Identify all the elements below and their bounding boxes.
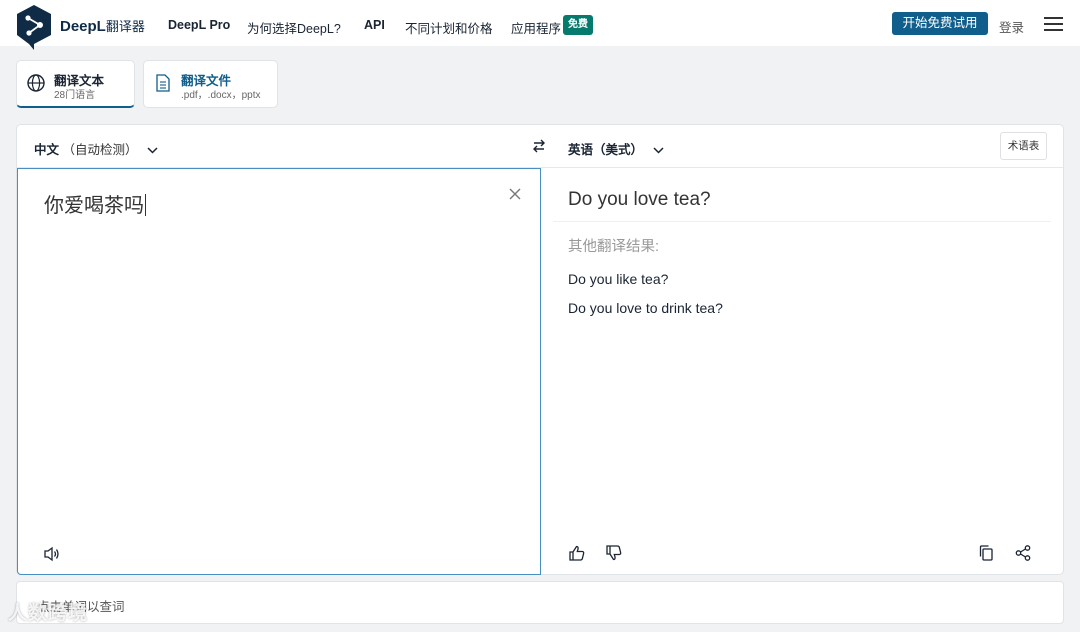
speaker-icon[interactable] bbox=[43, 546, 61, 562]
tab-translate-files-subtitle: .pdf，.docx，pptx bbox=[181, 90, 261, 101]
nav-apps[interactable]: 应用程序 bbox=[511, 18, 561, 37]
close-icon[interactable] bbox=[508, 187, 522, 201]
source-text-area[interactable]: 你爱喝茶吗 bbox=[17, 168, 541, 575]
start-free-trial-button[interactable]: 开始免费试用 bbox=[892, 12, 988, 35]
tab-translate-text-subtitle: 28门语言 bbox=[54, 90, 96, 101]
nav-api[interactable]: API bbox=[364, 18, 385, 32]
alternative-translation[interactable]: Do you like tea? bbox=[568, 271, 668, 287]
document-icon bbox=[156, 74, 170, 92]
nav-why-deepl[interactable]: 为何选择DeepL? bbox=[247, 18, 341, 37]
copy-icon[interactable] bbox=[977, 544, 995, 562]
divider bbox=[553, 221, 1051, 222]
hamburger-menu-icon[interactable] bbox=[1044, 17, 1064, 33]
login-link[interactable]: 登录 bbox=[999, 17, 1024, 36]
source-language-select[interactable]: 中文 （自动检测） bbox=[34, 139, 158, 158]
language-bar: 中文 （自动检测） 英语（美式） 术语表 bbox=[17, 125, 1063, 168]
thumbs-up-icon[interactable] bbox=[568, 544, 586, 562]
alternative-translation[interactable]: Do you love to drink tea? bbox=[568, 300, 723, 316]
chevron-down-icon bbox=[652, 147, 664, 154]
text-caret bbox=[145, 194, 146, 216]
nav-pricing[interactable]: 不同计划和价格 bbox=[405, 18, 493, 37]
glossary-button[interactable]: 术语表 bbox=[1000, 132, 1047, 160]
thumbs-down-icon[interactable] bbox=[605, 544, 623, 562]
translation-result[interactable]: Do you love tea? bbox=[568, 189, 711, 211]
deepl-logo-icon[interactable] bbox=[15, 4, 53, 50]
alternatives-label: 其他翻译结果: bbox=[568, 239, 660, 255]
globe-icon bbox=[27, 74, 45, 92]
source-text-input[interactable]: 你爱喝茶吗 bbox=[44, 189, 146, 218]
share-icon[interactable] bbox=[1014, 544, 1032, 562]
chevron-down-icon bbox=[147, 147, 158, 154]
tab-translate-text[interactable]: 翻译文本 28门语言 bbox=[16, 60, 135, 108]
tab-translate-files[interactable]: 翻译文件 .pdf，.docx，pptx bbox=[143, 60, 278, 108]
translator-panel: 中文 （自动检测） 英语（美式） 术语表 你爱喝茶吗 Do you love t… bbox=[16, 124, 1064, 575]
dictionary-bar[interactable]: 点击单词以查词 bbox=[16, 581, 1064, 624]
target-language-select[interactable]: 英语（美式） bbox=[568, 139, 664, 158]
nav-deepl-pro[interactable]: DeepL Pro bbox=[168, 18, 230, 32]
free-badge: 免费 bbox=[563, 15, 593, 35]
watermark: 人数跨境 bbox=[8, 603, 89, 624]
brand-name[interactable]: DeepL翻译器 bbox=[60, 16, 145, 35]
swap-languages-icon[interactable] bbox=[532, 139, 546, 153]
top-header: DeepL翻译器 DeepL Pro 为何选择DeepL? API 不同计划和价… bbox=[0, 0, 1080, 50]
